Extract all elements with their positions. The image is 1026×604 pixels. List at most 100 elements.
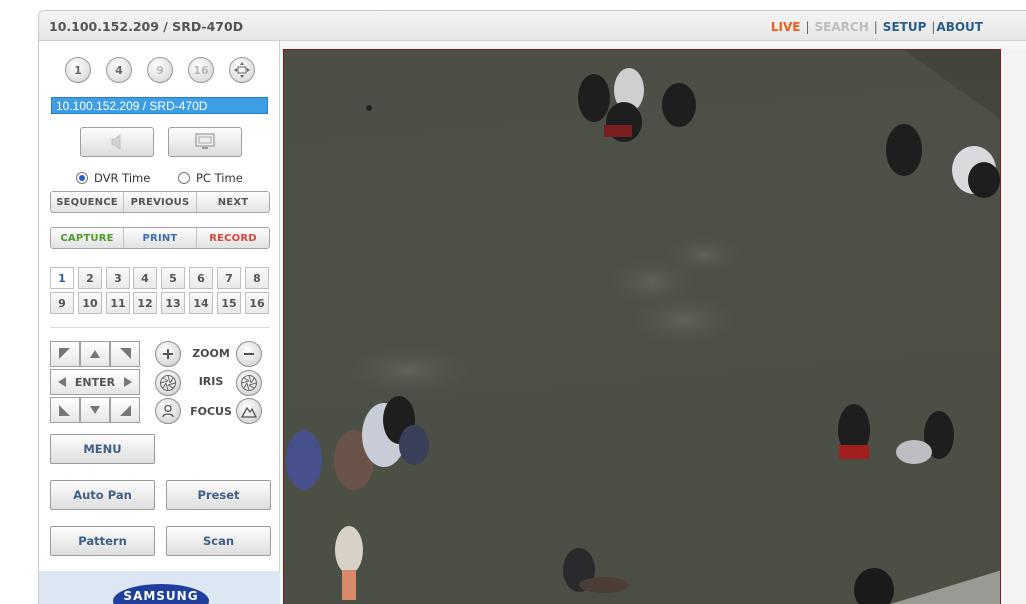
zoom-label: ZOOM — [192, 347, 230, 360]
nav-setup[interactable]: SETUP — [883, 20, 927, 34]
previous-button[interactable]: PREVIOUS — [124, 192, 197, 212]
ptz-enter-button[interactable]: ENTER — [50, 369, 140, 395]
focus-near-button[interactable] — [155, 398, 181, 424]
layout-9-button[interactable]: 9 — [147, 57, 173, 83]
arrow-down-right-icon — [120, 405, 131, 416]
group-right — [886, 124, 1000, 198]
person-bottom-center — [563, 548, 629, 593]
channel-button[interactable]: 11 — [106, 292, 130, 314]
arrow-down-icon — [90, 406, 100, 414]
auto-pan-button[interactable]: Auto Pan — [50, 480, 155, 510]
plus-icon — [163, 349, 173, 359]
nav-search[interactable]: SEARCH — [815, 20, 869, 34]
zoom-in-button[interactable] — [155, 341, 181, 367]
device-title: 10.100.152.209 / SRD-470D — [49, 19, 244, 34]
iris-open-button[interactable] — [155, 370, 181, 396]
next-button[interactable]: NEXT — [197, 192, 269, 212]
ptz-up-left-button[interactable] — [50, 341, 80, 367]
bird — [366, 105, 372, 111]
preset-button[interactable]: Preset — [166, 480, 271, 510]
channel-button[interactable]: 15 — [217, 292, 241, 314]
camera-feed-image — [284, 50, 1000, 604]
layout-4-button[interactable]: 4 — [106, 57, 132, 83]
dvr-time-radio[interactable] — [76, 172, 88, 184]
ptz-down-button[interactable] — [80, 397, 110, 423]
focus-far-button[interactable] — [236, 398, 262, 424]
live-video-view[interactable] — [283, 49, 1001, 604]
light-patch — [329, 340, 489, 400]
record-button[interactable]: RECORD — [197, 228, 269, 248]
ptz-up-button[interactable] — [80, 341, 110, 367]
fullscreen-button[interactable] — [229, 57, 255, 83]
light-patch — [614, 290, 754, 350]
aperture-icon — [241, 375, 257, 391]
capture-button[interactable]: CAPTURE — [51, 228, 124, 248]
group-top — [578, 68, 696, 142]
arrow-up-left-icon — [59, 348, 70, 359]
nav-separator: | — [931, 20, 936, 34]
focus-label: FOCUS — [190, 405, 232, 418]
channel-button[interactable]: 1 — [50, 267, 74, 289]
channel-button[interactable]: 10 — [78, 292, 102, 314]
ptz-down-right-button[interactable] — [110, 397, 140, 423]
sequence-button[interactable]: SEQUENCE — [51, 192, 124, 212]
nav-separator: | — [805, 20, 810, 34]
iris-close-button[interactable] — [236, 370, 262, 396]
channel-button[interactable]: 4 — [133, 267, 157, 289]
group-lower-right — [838, 404, 954, 464]
divider — [50, 327, 270, 328]
channel-button[interactable]: 2 — [78, 267, 102, 289]
channel-button[interactable]: 7 — [217, 267, 241, 289]
pattern-button[interactable]: Pattern — [50, 526, 155, 556]
control-panel: 1 4 9 16 10.100.152.209 / SRD-470D DVR T… — [39, 41, 280, 604]
camera-scene — [286, 50, 1000, 604]
channel-button[interactable]: 5 — [161, 267, 185, 289]
print-button[interactable]: PRINT — [124, 228, 197, 248]
main-nav: LIVE | SEARCH | SETUP |ABOUT — [771, 20, 983, 34]
pc-time-option[interactable]: PC Time — [178, 171, 243, 185]
channel-button[interactable]: 6 — [189, 267, 213, 289]
arrow-up-icon — [90, 350, 100, 358]
channel-button[interactable]: 3 — [106, 267, 130, 289]
channel-button[interactable]: 16 — [245, 292, 269, 314]
zoom-out-button[interactable] — [236, 341, 262, 367]
speaker-icon — [111, 134, 121, 150]
dvr-web-viewer: 10.100.152.209 / SRD-470D LIVE | SEARCH | SE… — [38, 10, 1026, 604]
layout-1-button[interactable]: 1 — [65, 57, 91, 83]
audio-button[interactable] — [80, 127, 154, 157]
channel-button[interactable]: 12 — [133, 292, 157, 314]
fullscreen-arrows-icon — [234, 62, 250, 78]
light-patch — [659, 233, 749, 277]
minus-icon — [244, 353, 254, 355]
arrow-right-icon — [124, 377, 132, 387]
samsung-logo: SAMSUNG — [113, 584, 209, 604]
layout-16-button[interactable]: 16 — [188, 57, 214, 83]
brand-footer: SAMSUNG — [39, 571, 280, 604]
monitor-button[interactable] — [168, 127, 242, 157]
dvr-time-option[interactable]: DVR Time — [76, 171, 150, 185]
top-bar: 10.100.152.209 / SRD-470D LIVE | SEARCH | SE… — [39, 11, 1026, 41]
channel-button[interactable]: 14 — [189, 292, 213, 314]
channel-button[interactable]: 9 — [50, 292, 74, 314]
channel-button[interactable]: 13 — [161, 292, 185, 314]
nav-about[interactable]: ABOUT — [936, 20, 983, 34]
nav-separator: | — [873, 20, 878, 34]
camera-select[interactable]: 10.100.152.209 / SRD-470D — [51, 97, 268, 114]
nav-live[interactable]: LIVE — [771, 20, 801, 34]
pc-time-radio[interactable] — [178, 172, 190, 184]
person-bottom-right — [854, 568, 894, 604]
mountain-icon — [241, 406, 257, 418]
person-bottom-left — [335, 526, 363, 600]
right-gutter — [1003, 49, 1026, 604]
ptz-up-right-button[interactable] — [110, 341, 140, 367]
sequence-bar: SEQUENCE PREVIOUS NEXT — [50, 191, 270, 213]
tree-shadow — [904, 50, 1000, 119]
ptz-direction-pad: ENTER — [50, 341, 140, 423]
arrow-down-left-icon — [59, 405, 70, 416]
ptz-down-left-button[interactable] — [50, 397, 80, 423]
menu-button[interactable]: MENU — [50, 434, 155, 464]
arrow-up-right-icon — [120, 348, 131, 359]
scan-button[interactable]: Scan — [166, 526, 271, 556]
channel-button[interactable]: 8 — [245, 267, 269, 289]
ptz-enter-label: ENTER — [74, 375, 116, 389]
